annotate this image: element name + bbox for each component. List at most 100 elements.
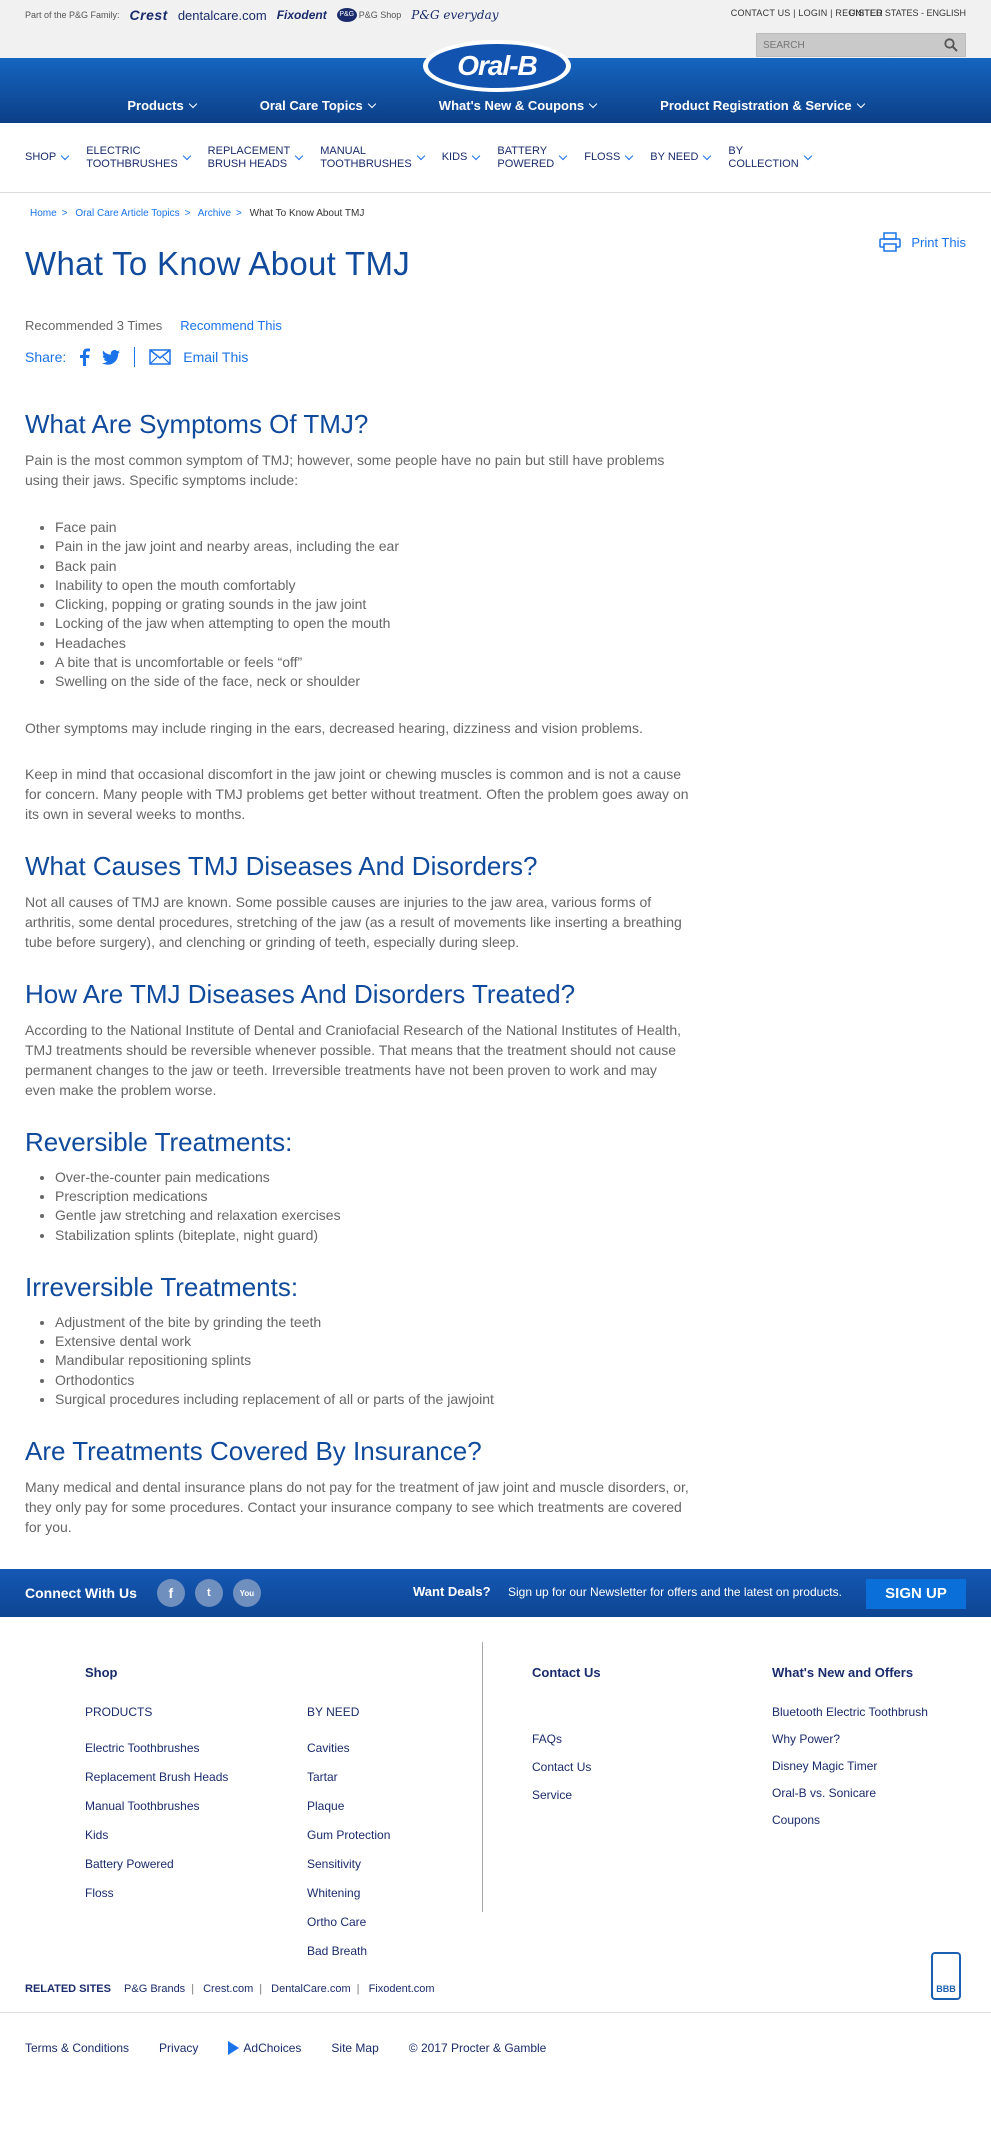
facebook-icon[interactable] — [78, 348, 91, 366]
related-link[interactable]: Fixodent.com — [369, 1983, 435, 1995]
contact-us-link[interactable]: CONTACT US — [731, 8, 791, 18]
privacy-link[interactable]: Privacy — [159, 2041, 198, 2055]
footer-link[interactable]: Whitening — [307, 1886, 390, 1900]
chevron-down-icon — [294, 151, 304, 160]
brand-link-pgshop[interactable]: P&G P&G Shop — [336, 8, 401, 22]
category-by-collection[interactable]: BY COLLECTION — [728, 145, 812, 171]
paragraph: Other symptoms may include ringing in th… — [25, 719, 643, 736]
footer-link[interactable]: Service — [532, 1788, 601, 1802]
main-nav-oral-care-topics[interactable]: Oral Care Topics — [228, 98, 407, 113]
print-button[interactable]: Print This — [879, 232, 966, 252]
footer-link[interactable]: Disney Magic Timer — [772, 1759, 928, 1773]
adchoices-link[interactable]: AdChoices — [228, 2041, 302, 2056]
footer-link[interactable]: Oral-B vs. Sonicare — [772, 1786, 928, 1800]
related-link[interactable]: DentalCare.com — [271, 1983, 350, 1995]
section-heading: What Are Symptoms Of TMJ? — [25, 409, 369, 439]
list-item: Headaches — [55, 634, 690, 653]
list-item: Pain in the jaw joint and nearby areas, … — [55, 537, 690, 556]
footer-subheading: BY NEED — [307, 1705, 360, 1720]
bbb-badge[interactable]: BBB — [931, 1952, 961, 2001]
list-item: Face pain — [55, 518, 690, 537]
category-shop[interactable]: SHOP — [25, 151, 70, 164]
footer-heading: What's New and Offers — [772, 1665, 914, 1681]
sitemap-link[interactable]: Site Map — [331, 2041, 378, 2055]
search-box — [756, 33, 966, 57]
list-item: Adjustment of the bite by grinding the t… — [55, 1313, 690, 1332]
logo-text: Oral-B — [428, 44, 566, 88]
brand-link-dentalcare[interactable]: dentalcare.com — [178, 8, 267, 23]
list-item: Gentle jaw stretching and relaxation exe… — [55, 1206, 690, 1225]
chevron-down-icon — [703, 151, 712, 160]
twitter-icon[interactable] — [102, 349, 121, 365]
oral-b-logo[interactable]: Oral-B — [423, 40, 571, 92]
brand-link-fixodent[interactable]: Fixodent — [277, 8, 327, 22]
category-label: BY NEED — [650, 151, 699, 163]
footer-link[interactable]: Kids — [85, 1828, 228, 1842]
footer-link[interactable]: Battery Powered — [85, 1857, 228, 1871]
list-item: Clicking, popping or grating sounds in t… — [55, 595, 690, 614]
section-heading: How Are TMJ Diseases And Disorders Treat… — [25, 978, 576, 1009]
paragraph: Keep in mind that occasional discomfort … — [25, 765, 689, 822]
list-item: Swelling on the side of the face, neck o… — [55, 672, 690, 691]
footer-link[interactable]: Why Power? — [772, 1732, 928, 1746]
main-nav-registration[interactable]: Product Registration & Service — [628, 98, 895, 113]
category-floss[interactable]: FLOSS — [584, 151, 634, 164]
footer-link[interactable]: Plaque — [307, 1799, 390, 1813]
category-nav: SHOP ELECTRIC TOOTHBRUSHES REPLACEMENT BRU… — [0, 123, 991, 193]
adchoices-label: AdChoices — [243, 2041, 302, 2056]
chevron-down-icon — [558, 151, 568, 160]
list-item: Locking of the jaw when attempting to op… — [55, 614, 690, 633]
category-battery-powered[interactable]: BATTERY POWERED — [497, 145, 568, 171]
footer-link[interactable]: Coupons — [772, 1813, 928, 1827]
list-item: Orthodontics — [55, 1371, 690, 1390]
recommend-link[interactable]: Recommend This — [180, 318, 282, 333]
twitter-icon[interactable]: t — [194, 1579, 223, 1608]
category-electric-toothbrushes[interactable]: ELECTRIC TOOTHBRUSHES — [86, 144, 191, 171]
footer-link[interactable]: Electric Toothbrushes — [85, 1741, 228, 1755]
footer-link[interactable]: Manual Toothbrushes — [85, 1799, 228, 1813]
category-by-need[interactable]: BY NEED — [650, 151, 712, 164]
breadcrumb-topics[interactable]: Oral Care Article Topics — [75, 208, 179, 219]
footer-heading: Shop — [85, 1665, 118, 1681]
share-row: Share: Email This — [25, 347, 991, 367]
related-link[interactable]: Crest.com — [203, 1983, 253, 1995]
footer-link[interactable]: Contact Us — [532, 1760, 601, 1774]
email-this-link[interactable]: Email This — [183, 349, 248, 365]
footer-link[interactable]: Floss — [85, 1886, 228, 1900]
brand-link-crest[interactable]: Crest — [130, 7, 168, 23]
footer-link[interactable]: Cavities — [307, 1741, 390, 1755]
youtube-icon[interactable]: You — [232, 1579, 261, 1608]
category-label: FLOSS — [584, 151, 621, 163]
login-link[interactable]: LOGIN — [798, 8, 827, 18]
signup-button[interactable]: SIGN UP — [866, 1579, 966, 1610]
breadcrumb-archive[interactable]: Archive — [198, 208, 231, 219]
section-heading: Reversible Treatments: — [25, 1126, 293, 1157]
category-replacement-brush-heads[interactable]: REPLACEMENT BRUSH HEADS — [208, 145, 304, 171]
footer-link[interactable]: Sensitivity — [307, 1857, 390, 1871]
brand-link-pgeveryday[interactable]: P&G everyday — [411, 8, 498, 22]
main-nav-products[interactable]: Products — [95, 98, 227, 113]
email-icon[interactable] — [149, 349, 171, 365]
terms-link[interactable]: Terms & Conditions — [25, 2041, 129, 2055]
footer-link[interactable]: Bluetooth Electric Toothbrush — [772, 1705, 928, 1719]
main-nav-whats-new[interactable]: What's New & Coupons — [407, 98, 628, 113]
footer-link[interactable]: FAQs — [532, 1732, 601, 1746]
paragraph: Pain is the most common symptom of TMJ; … — [25, 452, 665, 488]
category-kids[interactable]: KIDS — [442, 151, 481, 164]
facebook-icon[interactable]: f — [156, 1579, 185, 1608]
category-label: ELECTRIC TOOTHBRUSHES — [86, 144, 178, 170]
footer-link[interactable]: Replacement Brush Heads — [85, 1770, 228, 1784]
related-link[interactable]: P&G Brands — [124, 1983, 185, 1995]
printer-icon — [879, 232, 902, 252]
footer-link[interactable]: Tartar — [307, 1770, 390, 1784]
footer-link[interactable]: Gum Protection — [307, 1828, 390, 1842]
search-input[interactable] — [757, 34, 937, 56]
breadcrumb-home[interactable]: Home — [30, 208, 57, 219]
footer-link[interactable]: Bad Breath — [307, 1944, 390, 1958]
search-icon[interactable] — [944, 38, 958, 52]
list-item: Mandibular repositioning splints — [55, 1351, 690, 1370]
footer-link[interactable]: Ortho Care — [307, 1915, 390, 1929]
category-manual-toothbrushes[interactable]: MANUAL TOOTHBRUSHES — [320, 145, 425, 171]
chevron-down-icon — [472, 151, 481, 160]
region-selector[interactable]: UNITED STATES - ENGLISH — [849, 8, 966, 18]
